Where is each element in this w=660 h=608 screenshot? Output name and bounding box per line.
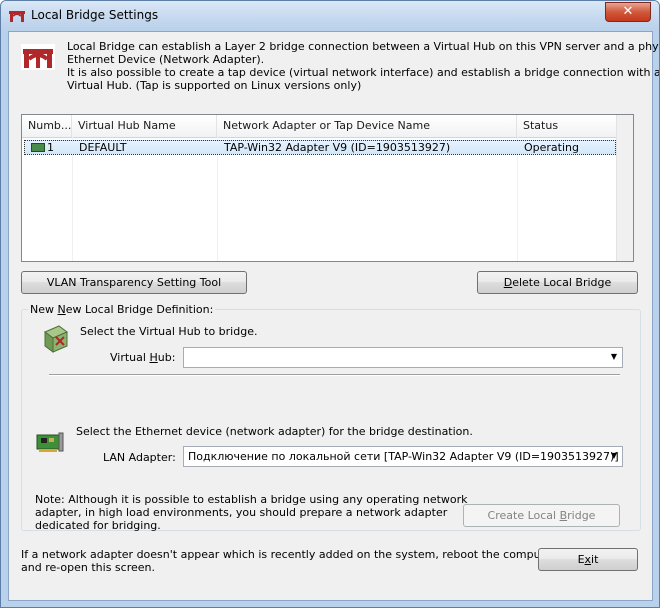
title-bar[interactable]: Local Bridge Settings ✕	[1, 1, 659, 31]
virtual-hub-dropdown[interactable]: ▼	[183, 347, 623, 368]
column-header-number[interactable]: Numb...	[22, 115, 72, 137]
lan-adapter-label: LAN Adapter:	[103, 451, 176, 464]
column-header-adapter[interactable]: Network Adapter or Tap Device Name	[217, 115, 517, 137]
intro-description: Local Bridge can establish a Layer 2 bri…	[67, 40, 660, 92]
note-line: adapter, in high load environments, you …	[35, 506, 448, 519]
local-bridge-settings-window: Local Bridge Settings ✕ Local Bridge can…	[0, 0, 660, 608]
row-status: Operating	[524, 141, 579, 154]
close-button[interactable]: ✕	[605, 2, 651, 22]
table-row[interactable]: 1 DEFAULT TAP-Win32 Adapter V9 (ID=19035…	[24, 140, 616, 155]
exit-button[interactable]: Exit	[538, 548, 638, 571]
access-key: D	[503, 276, 513, 289]
column-divider	[217, 137, 218, 261]
label-text: ub:	[157, 351, 176, 364]
hub-prompt: Select the Virtual Hub to bridge.	[80, 325, 258, 338]
virtual-hub-label: Virtual Hub:	[110, 351, 175, 364]
column-divider	[72, 137, 73, 261]
column-header-status[interactable]: Status	[517, 115, 618, 137]
bridge-note: Note: Although it is possible to establi…	[35, 493, 468, 532]
group-title-text: ew Local Bridge Definition:	[65, 303, 214, 316]
table-header: Numb... Virtual Hub Name Network Adapter…	[22, 115, 618, 138]
button-label: it	[591, 553, 599, 566]
separator	[49, 374, 620, 376]
footer-line: and re-open this screen.	[21, 561, 155, 574]
footer-line: If a network adapter doesn't appear whic…	[21, 548, 557, 561]
row-number: 1	[47, 141, 54, 154]
dialog-body: Local Bridge can establish a Layer 2 bri…	[8, 31, 660, 601]
bridge-icon	[21, 44, 55, 70]
chevron-down-icon[interactable]: ▼	[611, 451, 617, 460]
network-card-icon	[36, 432, 64, 452]
row-adapter-name: TAP-Win32 Adapter V9 (ID=1903513927)	[224, 141, 451, 154]
button-label: elete Local Bridge	[512, 276, 612, 289]
chevron-down-icon[interactable]: ▼	[611, 352, 617, 361]
column-divider	[517, 137, 518, 261]
label-text: Virtual	[110, 351, 150, 364]
note-line: dedicated for bridging.	[35, 519, 161, 532]
button-label: E	[577, 553, 585, 566]
button-label: Create Local	[487, 509, 560, 522]
network-adapter-icon	[31, 143, 45, 152]
note-line: Note: Although it is possible to establi…	[35, 493, 468, 506]
intro-line: Ethernet Device (Network Adapter).	[67, 53, 265, 66]
column-header-hub[interactable]: Virtual Hub Name	[72, 115, 217, 137]
button-label: ridge	[567, 509, 596, 522]
access-key: H	[149, 351, 158, 364]
footer-hint: If a network adapter doesn't appear whic…	[21, 548, 556, 574]
bridge-icon	[9, 11, 25, 22]
intro-line: Local Bridge can establish a Layer 2 bri…	[67, 40, 660, 53]
access-key: N	[57, 303, 66, 316]
virtual-hub-icon	[44, 325, 68, 353]
group-title-text: New	[30, 303, 58, 316]
window-title: Local Bridge Settings	[31, 8, 159, 22]
intro-line: It is also possible to create a tap devi…	[67, 66, 660, 79]
dropdown-value: Подключение по локальной сети [TAP-Win32…	[188, 450, 619, 463]
lan-adapter-dropdown[interactable]: Подключение по локальной сети [TAP-Win32…	[183, 446, 623, 467]
row-hub-name: DEFAULT	[79, 141, 127, 154]
access-key: B	[559, 509, 568, 522]
delete-local-bridge-button[interactable]: Delete Local Bridge	[477, 271, 638, 294]
table-scrollbar[interactable]	[616, 115, 633, 261]
ethernet-prompt: Select the Ethernet device (network adap…	[76, 425, 473, 438]
create-local-bridge-button[interactable]: Create Local Bridge	[463, 504, 620, 527]
new-bridge-group-title: New New Local Bridge Definition:	[28, 303, 216, 316]
bridge-list-table[interactable]: Numb... Virtual Hub Name Network Adapter…	[21, 114, 634, 262]
vlan-transparency-button[interactable]: VLAN Transparency Setting Tool	[21, 271, 247, 294]
intro-line: Virtual Hub. (Tap is supported on Linux …	[67, 79, 362, 92]
